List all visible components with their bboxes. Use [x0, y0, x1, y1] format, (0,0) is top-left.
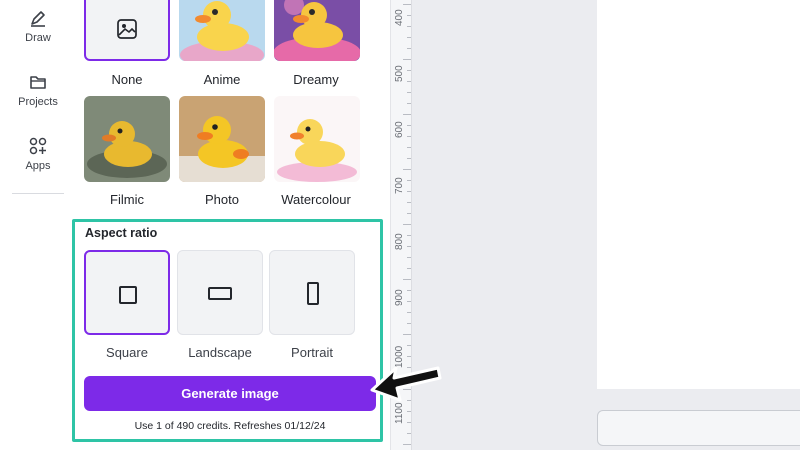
ruler-tick	[407, 323, 411, 324]
ruler-tick	[407, 235, 411, 236]
rail-label-projects: Projects	[18, 96, 58, 108]
style-label-watercolour: Watercolour	[281, 192, 351, 207]
style-card-filmic[interactable]	[84, 96, 170, 182]
style-label-dreamy: Dreamy	[293, 72, 339, 87]
ruler-tick	[407, 411, 411, 412]
ruler-tick	[407, 356, 411, 357]
ruler-tick	[407, 81, 411, 82]
style-card-none[interactable]	[84, 0, 170, 61]
rail-divider	[12, 193, 64, 194]
ruler-tick	[407, 268, 411, 269]
ruler-tick	[407, 191, 411, 192]
ruler-tick	[407, 125, 411, 126]
duck-image	[179, 96, 265, 182]
credits-info: Use 1 of 490 credits. Refreshes 01/12/24	[134, 420, 326, 432]
ruler-mark: 900	[394, 289, 405, 306]
ruler-tick	[407, 422, 411, 423]
ruler-tick	[407, 70, 411, 71]
ruler-tick	[407, 15, 411, 16]
duck-image	[84, 96, 170, 182]
rail-item-draw[interactable]: Draw	[0, 8, 76, 44]
style-card-anime[interactable]	[179, 0, 265, 61]
aspect-label-landscape: Landscape	[188, 345, 252, 360]
ruler-tick	[403, 224, 411, 225]
style-label-none: None	[111, 72, 143, 87]
ruler-tick	[407, 345, 411, 346]
generate-image-button[interactable]: Generate image	[84, 376, 376, 411]
left-rail: Draw Projects Apps	[0, 0, 76, 450]
aspect-label-square: Square	[106, 345, 148, 360]
ruler-tick	[407, 246, 411, 247]
ruler-tick	[407, 37, 411, 38]
style-label-photo: Photo	[205, 192, 239, 207]
notes-bar[interactable]	[597, 410, 800, 446]
ruler-tick	[403, 444, 411, 445]
aspect-ratio-title: Aspect ratio	[85, 226, 158, 240]
ruler-tick	[407, 26, 411, 27]
style-label-anime: Anime	[203, 72, 241, 87]
design-canvas-page[interactable]	[597, 0, 800, 389]
ruler-tick	[403, 334, 411, 335]
aspect-portrait-option[interactable]	[269, 250, 355, 335]
ruler-tick	[407, 92, 411, 93]
rail-item-apps[interactable]: Apps	[0, 136, 76, 172]
ruler-tick	[407, 433, 411, 434]
ruler-mark: 700	[394, 177, 405, 194]
ruler-mark: 500	[394, 65, 405, 82]
image-icon	[117, 19, 137, 39]
ruler-tick	[407, 213, 411, 214]
aspect-landscape-option[interactable]	[177, 250, 263, 335]
rail-item-projects[interactable]: Projects	[0, 72, 76, 108]
ruler-tick	[403, 114, 411, 115]
square-icon	[119, 286, 137, 304]
portrait-icon	[307, 282, 319, 305]
duck-image	[274, 96, 360, 182]
duck-image	[179, 0, 265, 61]
duck-image	[274, 0, 360, 61]
style-card-dreamy[interactable]	[274, 0, 360, 61]
ruler-tick	[403, 4, 411, 5]
pointer-arrow-icon	[370, 366, 442, 402]
apps-icon	[29, 137, 47, 155]
rail-label-draw: Draw	[25, 32, 51, 44]
landscape-icon	[208, 287, 232, 300]
ruler-tick	[407, 48, 411, 49]
ruler-tick	[407, 202, 411, 203]
aspect-label-portrait: Portrait	[291, 345, 333, 360]
ruler-mark: 600	[394, 121, 405, 138]
ruler-tick	[407, 136, 411, 137]
ruler-tick	[407, 312, 411, 313]
style-label-filmic: Filmic	[110, 192, 144, 207]
style-card-photo[interactable]	[179, 96, 265, 182]
ruler-tick	[403, 279, 411, 280]
aspect-square-option[interactable]	[84, 250, 170, 335]
folder-icon	[30, 76, 46, 89]
pen-icon	[31, 11, 45, 27]
ruler-tick	[407, 301, 411, 302]
ruler-mark: 400	[394, 9, 405, 26]
ruler-tick	[407, 290, 411, 291]
ruler-tick	[407, 180, 411, 181]
ruler-tick	[403, 59, 411, 60]
ruler-tick	[403, 169, 411, 170]
style-card-watercolour[interactable]	[274, 96, 360, 182]
rail-label-apps: Apps	[25, 160, 51, 172]
ruler-tick	[407, 147, 411, 148]
ruler-tick	[407, 103, 411, 104]
ruler-mark: 800	[394, 233, 405, 250]
ruler-tick	[407, 257, 411, 258]
ruler-tick	[407, 158, 411, 159]
